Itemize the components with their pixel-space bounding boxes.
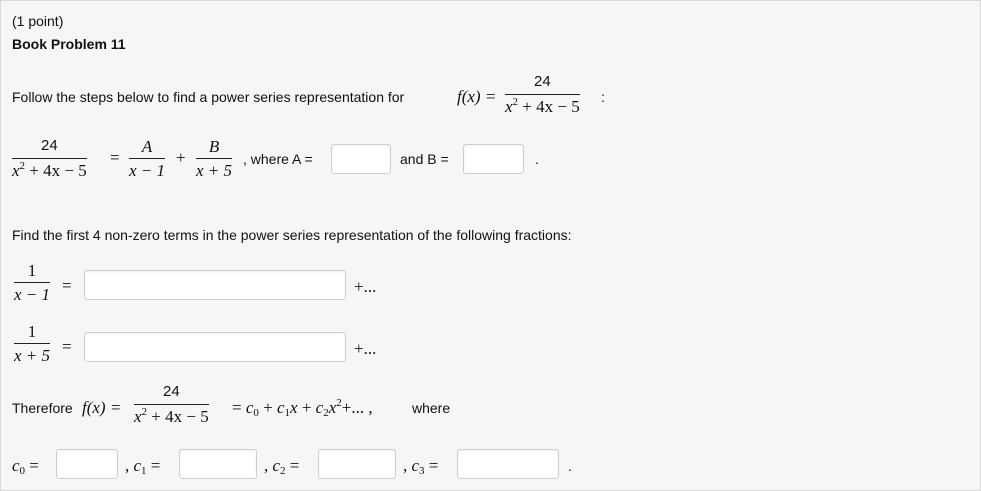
decomp-lhs-denominator: x2 + 4x − 5 [12,160,87,181]
therefore-denominator: x2 + 4x − 5 [134,406,209,427]
series1-denominator: x − 1 [14,285,51,304]
and-b-label: and B = [400,151,449,167]
decomp-a-denominator: x − 1 [129,161,166,180]
series2-numerator: 1 [27,322,37,341]
intro-colon: : [601,89,605,105]
decomp-equals: = [110,148,120,167]
intro-fx: f(x) = [457,87,497,106]
series2-tail: +... [354,339,377,358]
decomp-b-numerator: B [208,137,220,156]
therefore-series: = c0 + c1x + c2x2+... , [232,397,373,419]
decomp-lhs-numerator: 24 [41,137,58,154]
c1-label: , c1 = [125,456,161,477]
intro-fraction-numerator: 24 [534,73,551,90]
series2-input[interactable] [84,332,346,362]
intro-fraction-denominator: x2 + 4x − 5 [505,96,580,117]
problem-panel: (1 point) Book Problem 11 Follow the ste… [0,0,981,491]
points-label: (1 point) [12,13,64,29]
therefore-numerator: 24 [163,383,180,400]
series2-denominator: x + 5 [14,346,51,365]
series2-equals: = [62,337,72,356]
c3-input[interactable] [457,449,559,479]
therefore-fraction: 24 x2 + 4x − 5 [134,383,209,426]
end-period: . [568,458,572,474]
decomp-lhs-fraction: 24 x2 + 4x − 5 [12,137,87,180]
problem-title: Book Problem 11 [12,36,126,52]
where-a-label: , where A = [243,151,313,167]
series1-input[interactable] [84,270,346,300]
c2-input[interactable] [318,449,396,479]
c3-label: , c3 = [403,456,439,477]
decomp-plus: + [176,148,186,167]
decomp-a-numerator: A [141,137,153,156]
instructions-text: Find the first 4 non-zero terms in the p… [12,227,572,243]
series1-fraction: 1 x − 1 [14,261,51,304]
c0-input[interactable] [56,449,118,479]
a-input[interactable] [331,144,391,174]
b-input[interactable] [463,144,524,174]
therefore-label: Therefore [12,400,73,416]
therefore-fx: f(x) = [82,398,122,417]
series1-numerator: 1 [27,261,37,280]
decomp-period: . [535,151,539,167]
decomp-b-denominator: x + 5 [196,161,233,180]
intro-fraction: 24 x2 + 4x − 5 [505,73,580,116]
series1-tail: +... [354,277,377,296]
c1-input[interactable] [179,449,257,479]
c0-label: c0 = [12,456,39,477]
intro-text: Follow the steps below to find a power s… [12,89,405,105]
decomp-fraction-a: A x − 1 [129,137,166,180]
series2-fraction: 1 x + 5 [14,322,51,365]
c2-label: , c2 = [264,456,300,477]
therefore-where: where [412,400,451,416]
series1-equals: = [62,276,72,295]
decomp-fraction-b: B x + 5 [196,137,233,180]
